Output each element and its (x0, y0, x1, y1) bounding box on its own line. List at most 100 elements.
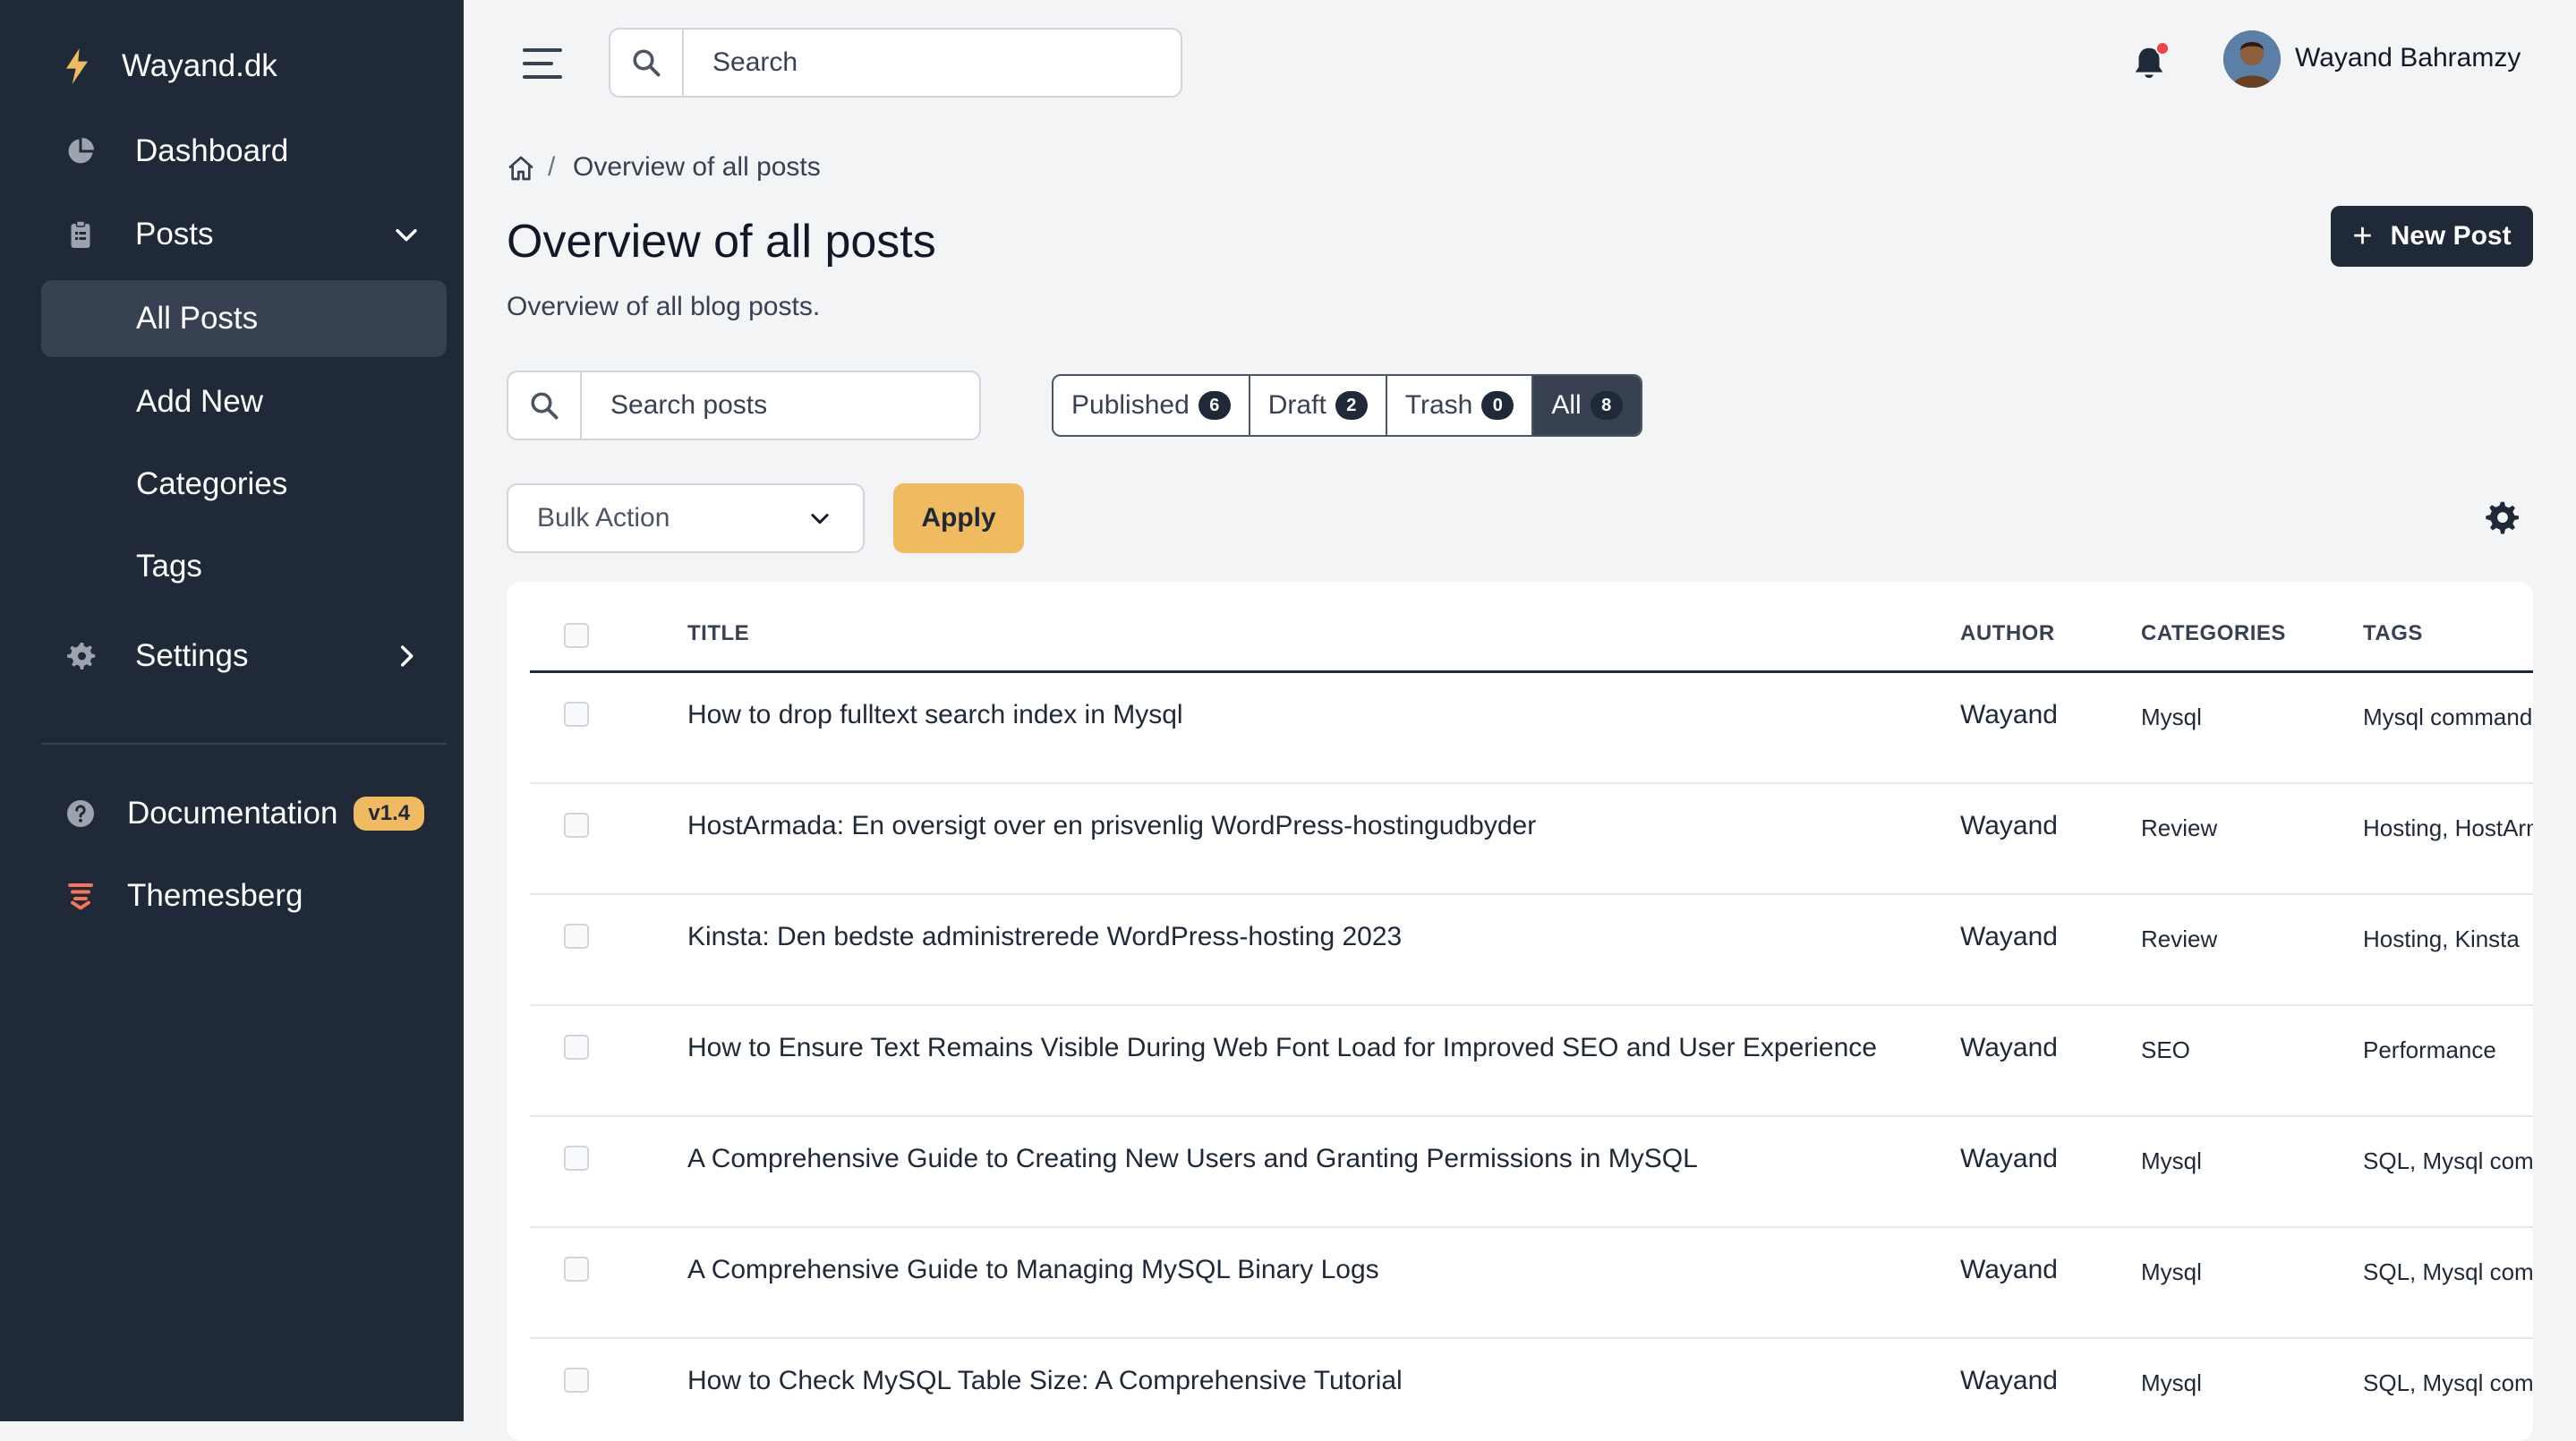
brand[interactable]: Wayand.dk (63, 47, 277, 86)
bolt-icon (66, 48, 88, 84)
sidebar-item-label: Themesberg (127, 878, 303, 913)
row-checkbox[interactable] (564, 1368, 589, 1393)
page-title: Overview of all posts (507, 216, 936, 268)
gear-icon[interactable] (2483, 499, 2522, 539)
post-title-link[interactable]: How to Ensure Text Remains Visible Durin… (687, 1033, 1877, 1063)
status-filter-draft[interactable]: Draft 2 (1250, 376, 1387, 435)
row-checkbox[interactable] (564, 1035, 589, 1060)
post-author: Wayand (1960, 1366, 2058, 1395)
status-label: Draft (1267, 390, 1326, 420)
post-author: Wayand (1960, 1144, 2058, 1173)
post-category: Mysql (2141, 1369, 2202, 1396)
brand-name: Wayand.dk (122, 48, 277, 83)
search-icon (610, 30, 684, 96)
column-header-author[interactable]: AUTHOR (1960, 621, 2055, 646)
sidebar-item-tags[interactable]: Tags (41, 528, 447, 605)
page-subtitle: Overview of all blog posts. (507, 292, 821, 321)
avatar[interactable] (2223, 30, 2281, 88)
post-title-link[interactable]: A Comprehensive Guide to Managing MySQL … (687, 1255, 1379, 1285)
bulk-action-select[interactable]: Bulk Action (507, 483, 865, 553)
row-checkbox[interactable] (564, 924, 589, 949)
table-row: How to drop fulltext search index in Mys… (530, 673, 2533, 784)
version-badge: v1.4 (354, 797, 425, 831)
notification-dot (2155, 41, 2170, 55)
apply-button[interactable]: Apply (893, 483, 1024, 553)
row-checkbox[interactable] (564, 702, 589, 727)
column-header-categories[interactable]: CATEGORIES (2141, 621, 2286, 646)
hamburger-icon[interactable] (523, 47, 564, 81)
table-row: How to Ensure Text Remains Visible Durin… (530, 1006, 2533, 1117)
top-search-placeholder: Search (712, 47, 798, 77)
status-filter-trash[interactable]: Trash 0 (1387, 376, 1534, 435)
status-label: All (1551, 390, 1582, 420)
home-icon[interactable] (507, 154, 535, 183)
sidebar-divider (41, 743, 447, 745)
column-header-tags[interactable]: TAGS (2363, 621, 2423, 646)
status-label: Trash (1404, 390, 1473, 420)
status-count: 8 (1590, 391, 1623, 420)
status-count: 2 (1335, 391, 1368, 420)
pie-chart-icon (63, 133, 98, 169)
row-checkbox[interactable] (564, 813, 589, 838)
post-title-link[interactable]: Kinsta: Den bedste administrerede WordPr… (687, 922, 1402, 952)
row-checkbox[interactable] (564, 1257, 589, 1282)
table-row: Kinsta: Den bedste administrerede WordPr… (530, 895, 2533, 1006)
post-category: Mysql (2141, 1147, 2202, 1174)
sidebar-item-label: Categories (136, 466, 288, 501)
sidebar-item-posts[interactable]: Posts (41, 196, 447, 273)
post-author: Wayand (1960, 811, 2058, 840)
gear-icon (63, 638, 98, 674)
post-title-link[interactable]: How to drop fulltext search index in Mys… (687, 700, 1183, 730)
sidebar-item-documentation[interactable]: Documentation v1.4 (41, 775, 447, 852)
sidebar-item-all-posts[interactable]: All Posts (41, 280, 447, 357)
chevron-right-icon (400, 645, 414, 667)
row-checkbox[interactable] (564, 1146, 589, 1171)
posts-table: TITLE AUTHOR CATEGORIES TAGS How to drop… (507, 582, 2533, 1441)
post-tags: SQL, Mysql command (2363, 1369, 2533, 1396)
status-count: 6 (1198, 391, 1231, 420)
user-name[interactable]: Wayand Bahramzy (2295, 43, 2521, 73)
chevron-down-icon (396, 228, 417, 242)
breadcrumb-separator: / (548, 152, 556, 182)
status-count: 0 (1481, 391, 1514, 420)
sidebar-item-dashboard[interactable]: Dashboard (41, 113, 447, 190)
posts-search-input[interactable]: Search posts (507, 371, 981, 440)
documentation-label-wrap: Documentation v1.4 (127, 796, 425, 831)
status-filter-all[interactable]: All 8 (1533, 376, 1641, 435)
post-tags: Hosting, HostArmada (2363, 814, 2533, 841)
post-tags: SQL, Mysql command (2363, 1258, 2533, 1285)
posts-search-placeholder: Search posts (610, 390, 768, 420)
new-post-button[interactable]: + New Post (2331, 206, 2533, 267)
search-icon (508, 372, 582, 439)
table-row: A Comprehensive Guide to Creating New Us… (530, 1117, 2533, 1228)
post-category: Review (2141, 925, 2218, 952)
sidebar-item-settings[interactable]: Settings (41, 618, 447, 695)
sidebar-item-label: Posts (135, 217, 214, 252)
sidebar-item-label: Dashboard (135, 133, 289, 168)
chevron-down-icon (811, 514, 829, 524)
post-title-link[interactable]: How to Check MySQL Table Size: A Compreh… (687, 1366, 1403, 1396)
sidebar-item-label: Tags (136, 549, 202, 584)
post-author: Wayand (1960, 922, 2058, 951)
sidebar-item-categories[interactable]: Categories (41, 446, 447, 523)
breadcrumb-current: Overview of all posts (573, 152, 821, 182)
bulk-action-value: Bulk Action (537, 503, 670, 533)
select-all-checkbox[interactable] (564, 623, 589, 648)
column-header-title[interactable]: TITLE (687, 621, 749, 646)
sidebar-item-add-new[interactable]: Add New (41, 363, 447, 440)
top-search-input[interactable]: Search (609, 28, 1182, 98)
status-filter-group: Published 6 Draft 2 Trash 0 All 8 (1052, 374, 1642, 437)
post-title-link[interactable]: HostArmada: En oversigt over en prisvenl… (687, 811, 1536, 841)
table-row: How to Check MySQL Table Size: A Compreh… (530, 1339, 2533, 1441)
post-tags: Performance (2363, 1036, 2496, 1063)
post-category: Mysql (2141, 703, 2202, 730)
question-circle-icon (63, 796, 98, 831)
table-row: A Comprehensive Guide to Managing MySQL … (530, 1228, 2533, 1339)
sidebar-item-themesberg[interactable]: Themesberg (41, 857, 447, 934)
sidebar: Wayand.dk Dashboard Posts All Posts Add … (0, 0, 464, 1421)
post-category: Review (2141, 814, 2218, 841)
sidebar-item-label: Settings (135, 638, 249, 673)
post-title-link[interactable]: A Comprehensive Guide to Creating New Us… (687, 1144, 1698, 1174)
sidebar-item-label: All Posts (136, 301, 259, 336)
status-filter-published[interactable]: Published 6 (1053, 376, 1250, 435)
